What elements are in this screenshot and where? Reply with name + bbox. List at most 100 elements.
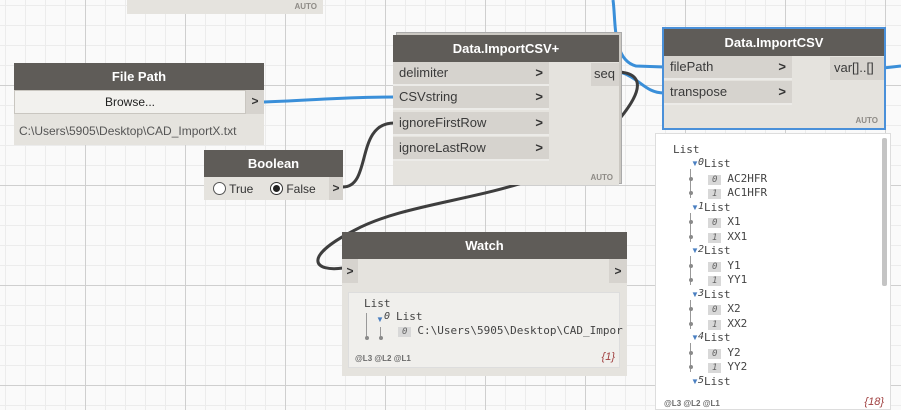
tree-node-dot <box>689 191 693 195</box>
import-csv-plus-node[interactable]: Data.ImportCSV+ delimiter > CSVstring > … <box>393 35 619 185</box>
browse-label: Browse... <box>104 95 155 109</box>
output-port-var[interactable]: var[]..[] <box>830 57 884 80</box>
preview-root-label: List <box>673 143 700 156</box>
wire-filepath-to-csvstring[interactable] <box>263 95 395 104</box>
auto-label: AUTO <box>294 2 317 11</box>
group-label: List <box>704 157 731 170</box>
chevron-right-icon: > <box>535 89 543 104</box>
input-port-filepath[interactable]: filePath > <box>664 56 792 80</box>
level-indicators: @L3 @L2 @L1 <box>664 399 720 408</box>
expand-triangle-icon[interactable]: ▼ <box>376 315 384 324</box>
tree-node-dot <box>689 263 693 268</box>
node-title: Data.ImportCSV <box>664 29 884 56</box>
node-title: Watch <box>342 232 627 259</box>
port-label: filePath <box>670 59 714 74</box>
chevron-right-icon: > <box>332 181 340 195</box>
list-item: 1 XX1 <box>708 230 747 243</box>
group-label: List <box>704 331 731 344</box>
input-port-ignorelastrow[interactable]: ignoreLastRow > <box>393 137 549 161</box>
item-value: YY1 <box>727 273 748 286</box>
false-radio[interactable]: False <box>270 181 316 197</box>
list-item: 0 X1 <box>708 215 741 228</box>
item-value: Y1 <box>727 258 741 272</box>
item-index: 1 <box>708 319 722 330</box>
tree-node-dot <box>689 321 693 326</box>
watch-sub-index: 0 <box>384 311 391 322</box>
wire-boolean-to-ignorefirstrow[interactable] <box>342 121 395 189</box>
item-index: 1 <box>708 189 722 199</box>
tree-node-dot <box>689 350 693 355</box>
item-index: 1 <box>708 276 722 286</box>
watch-node[interactable]: Watch > > List ▼ 0 List 0 C:\Users\5905\D… <box>342 232 627 376</box>
false-label: False <box>286 182 316 196</box>
browse-button[interactable]: Browse... <box>14 90 246 114</box>
item-value: AC2HFR <box>727 171 768 185</box>
item-index: 0 <box>398 327 412 337</box>
watch-output-port[interactable]: > <box>609 259 627 283</box>
port-label: var[]..[] <box>834 60 874 75</box>
chevron-right-icon: > <box>535 65 543 80</box>
tree-node-dot <box>689 307 693 311</box>
list-item: 1 XX2 <box>708 317 747 330</box>
true-label: True <box>229 182 254 196</box>
item-value: YY2 <box>727 360 748 373</box>
item-value: C:\Users\5905\Desktop\CAD_Impor <box>417 324 623 337</box>
list-item: 0 Y2 <box>708 346 741 359</box>
wire-seq-to-transpose[interactable] <box>619 70 665 95</box>
port-label: seq <box>594 66 615 81</box>
item-index: 1 <box>708 363 722 373</box>
wire-var-out[interactable] <box>882 64 901 70</box>
input-port-ignorefirstrow[interactable]: ignoreFirstRow > <box>393 112 549 136</box>
input-port-csvstring[interactable]: CSVstring > <box>393 86 549 110</box>
output-port[interactable]: > <box>246 90 264 114</box>
node-title: Boolean <box>204 150 343 177</box>
port-label: CSVstring <box>399 89 458 104</box>
list-item: 0 X2 <box>708 302 741 315</box>
level-indicators: @L3 @L2 @L1 <box>355 354 411 363</box>
auto-label: AUTO <box>855 116 878 125</box>
port-label: ignoreLastRow <box>399 140 486 155</box>
node-title: File Path <box>14 63 264 90</box>
chevron-right-icon: > <box>346 264 354 278</box>
input-port-transpose[interactable]: transpose > <box>664 81 792 105</box>
item-count: {1} <box>601 351 615 363</box>
chevron-right-icon: > <box>251 94 259 108</box>
node-title: Data.ImportCSV+ <box>393 35 619 62</box>
output-port-seq[interactable]: seq <box>591 63 619 86</box>
watch-input-port[interactable]: > <box>342 259 358 283</box>
watch-sub-label: List <box>396 310 423 323</box>
item-index: 0 <box>708 348 722 359</box>
item-value: XX2 <box>727 316 748 330</box>
group-label: List <box>704 374 731 388</box>
output-port[interactable]: > <box>329 177 343 200</box>
import-csv-node[interactable]: Data.ImportCSV filePath > transpose > va… <box>662 27 886 130</box>
tree-node-dot <box>689 176 693 181</box>
tree-node-dot <box>379 336 383 340</box>
list-item: 1 AC1HFR <box>708 186 767 199</box>
group-label: List <box>704 244 731 257</box>
radio-unchecked-icon <box>213 182 226 195</box>
tree-node-dot <box>689 365 693 369</box>
chevron-right-icon: > <box>778 59 786 74</box>
tree-node-dot <box>689 278 693 282</box>
item-value: XX1 <box>727 229 748 243</box>
chevron-right-icon: > <box>535 115 543 130</box>
item-index: 0 <box>708 305 722 315</box>
list-item: 1 YY2 <box>708 360 747 373</box>
item-value: X2 <box>727 302 741 315</box>
watch-item: 0 C:\Users\5905\Desktop\CAD_Impor <box>398 324 623 337</box>
list-item: 1 YY1 <box>708 273 747 286</box>
boolean-node[interactable]: Boolean True False > <box>204 150 343 200</box>
input-port-delimiter[interactable]: delimiter > <box>393 62 549 86</box>
file-path-node[interactable]: File Path Browse... > C:\Users\5905\Desk… <box>14 63 264 145</box>
auto-label: AUTO <box>590 173 613 182</box>
preview-scrollbar[interactable] <box>882 138 887 286</box>
chevron-right-icon: > <box>535 140 543 155</box>
preview-bubble[interactable]: List ▼ 0 List 0 AC2HFR 1 AC1HFR ▼ 1 List 0 X1 1 XX1 ▼ 2… <box>655 133 891 410</box>
tree-node-dot <box>689 234 693 239</box>
true-radio[interactable]: True <box>213 181 253 197</box>
list-item: 0 AC2HFR <box>708 172 767 185</box>
port-label: ignoreFirstRow <box>399 115 487 130</box>
partial-node-top[interactable]: AUTO <box>127 0 323 14</box>
watch-root-label: List <box>364 297 391 310</box>
